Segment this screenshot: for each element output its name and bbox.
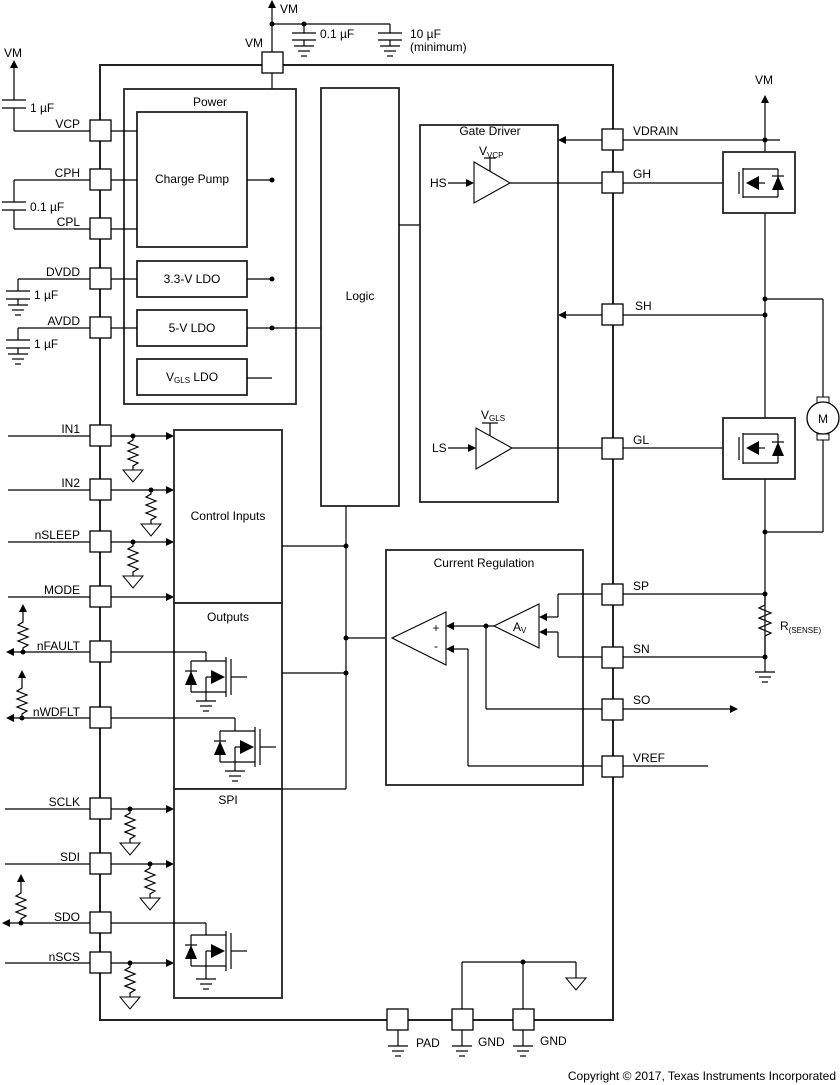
gnd2-label: GND — [540, 1034, 567, 1048]
cap-10uf-label: 10 µF — [410, 27, 441, 41]
sclk-label: SCLK — [49, 795, 80, 809]
cp-cap-label: 0.1 µF — [30, 200, 64, 214]
hs-label: HS — [430, 176, 447, 190]
ldo-vgls-label: VGLS LDO — [166, 370, 218, 385]
power-title: Power — [193, 95, 227, 109]
pin-sp — [601, 583, 624, 606]
vcp-rail-label: VM — [4, 46, 22, 60]
motor: M — [806, 396, 840, 441]
cap-0p1uf-label: 0.1 µF — [320, 27, 354, 41]
vcp-cap-label: 1 µF — [30, 101, 54, 115]
sn-label: SN — [633, 642, 650, 656]
vm-right-label: VM — [755, 73, 773, 87]
control-inputs-label: Control Inputs — [191, 509, 266, 523]
nsleep-label: nSLEEP — [35, 528, 80, 542]
pin-sdo — [89, 911, 112, 934]
low-side-mosfet — [722, 417, 796, 480]
block-diagram: VM 0.1 µF 10 µF (minimum) VM Power Charg… — [2, 0, 840, 1083]
sdo-label: SDO — [54, 910, 80, 924]
pin-vcp — [89, 119, 112, 142]
comparator-minus: - — [434, 639, 438, 653]
dvdd-cap-label: 1 µF — [34, 288, 58, 302]
outputs-block — [173, 602, 283, 790]
sp-label: SP — [633, 579, 649, 593]
rsense-label: R(SENSE) — [780, 619, 821, 635]
pin-cpl — [89, 217, 112, 240]
pin-nscs — [89, 951, 112, 974]
nwdflt-label: nWDFLT — [33, 705, 81, 719]
pin-mode — [89, 585, 112, 608]
pin-nwdflt — [89, 706, 112, 729]
high-side-mosfet — [722, 151, 796, 214]
gl-label: GL — [633, 433, 649, 447]
spi-label: SPI — [218, 793, 237, 807]
comparator-plus: + — [432, 621, 439, 635]
pin-nfault — [89, 640, 112, 663]
motor-label: M — [818, 412, 828, 426]
pin-avdd — [89, 316, 112, 339]
cap-10uf-note: (minimum) — [410, 40, 467, 54]
current-regulation-title: Current Regulation — [434, 556, 535, 570]
spi-block — [173, 788, 283, 999]
pin-so — [601, 698, 624, 721]
mode-label: MODE — [44, 583, 80, 597]
gnd1-label: GND — [478, 1035, 505, 1049]
pin-sh — [601, 303, 624, 326]
pin-pad — [386, 1008, 409, 1031]
vcp-label: VCP — [55, 117, 80, 131]
pin-sn — [601, 646, 624, 669]
avdd-label: AVDD — [48, 314, 81, 328]
outputs-label: Outputs — [207, 610, 249, 624]
copyright: Copyright © 2017, Texas Instruments Inco… — [568, 1069, 836, 1083]
pin-cph — [89, 168, 112, 191]
cph-label: CPH — [55, 166, 80, 180]
avdd-cap-label: 1 µF — [34, 337, 58, 351]
pin-gh — [601, 171, 624, 194]
gh-label: GH — [633, 167, 651, 181]
left-power-pins: VM 1 µF VCP CPH 0.1 µF CPL DVDD 1 µF AVD… — [2, 46, 137, 365]
pin-sdi — [89, 852, 112, 875]
pin-gnd-2 — [512, 1008, 535, 1031]
pin-vm — [261, 51, 284, 74]
pin-dvdd — [89, 267, 112, 290]
sh-label: SH — [635, 299, 652, 313]
pin-gl — [601, 437, 624, 460]
pin-in1 — [89, 424, 112, 447]
power-block: Power Charge Pump 3.3-V LDO 5-V LDO VGLS… — [123, 88, 321, 405]
vdrain-label: VDRAIN — [633, 124, 678, 138]
in2-label: IN2 — [61, 476, 80, 490]
ldo-5v-label: 5-V LDO — [169, 321, 216, 335]
pin-vdrain — [601, 128, 624, 151]
logic-label: Logic — [346, 289, 375, 303]
bottom-pins: PAD GND GND — [386, 959, 587, 1057]
in1-label: IN1 — [61, 422, 80, 436]
input-pins: IN1 IN2 nSLEEP MODE — [8, 422, 174, 608]
pin-gnd-1 — [451, 1008, 474, 1031]
charge-pump-label: Charge Pump — [155, 172, 229, 186]
pin-vref — [601, 755, 624, 778]
gate-driver-title: Gate Driver — [459, 124, 520, 138]
dvdd-label: DVDD — [46, 265, 80, 279]
ls-label: LS — [432, 441, 447, 455]
cpl-label: CPL — [57, 215, 81, 229]
pin-in2 — [89, 478, 112, 501]
current-regulation-block: Current Regulation + - AV — [385, 549, 602, 786]
pin-nsleep — [89, 530, 112, 553]
gate-driver-block: Gate Driver VVCP HS VGLS LS — [419, 124, 602, 503]
vm-top-label: VM — [280, 2, 298, 16]
nscs-label: nSCS — [49, 950, 80, 964]
vref-label: VREF — [633, 751, 665, 765]
io-blocks: Control Inputs Outputs SPI — [173, 429, 392, 999]
vm-pin-label: VM — [245, 36, 263, 50]
nfault-label: nFAULT — [37, 639, 81, 653]
so-label: SO — [633, 693, 650, 707]
ldo-3v3-label: 3.3-V LDO — [164, 272, 221, 286]
sdi-label: SDI — [60, 850, 80, 864]
pad-label: PAD — [416, 1036, 440, 1050]
external-power-stage: VM M R(SENSE) — [722, 73, 840, 683]
pin-sclk — [89, 797, 112, 820]
